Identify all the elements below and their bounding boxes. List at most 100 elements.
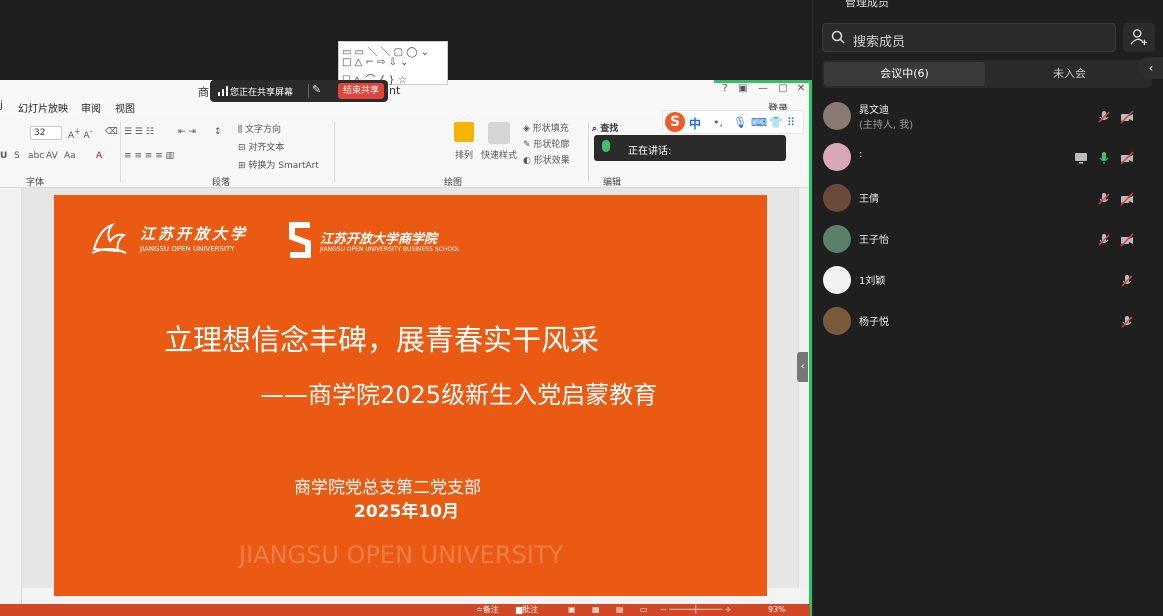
ribbon-display-button[interactable]: ▣ <box>736 82 750 96</box>
business-school-name-en: JIANGSU OPEN UNIVERSITY BUSINESS SCHOOL <box>320 246 461 253</box>
notes-button[interactable]: ≐ 备注 <box>476 604 499 616</box>
member-row[interactable]: : <box>813 140 1163 176</box>
mic-muted-icon[interactable] <box>1097 109 1111 123</box>
font-color-icon[interactable]: A <box>96 151 102 161</box>
shape-outline-button[interactable]: ✎ 形状轮廓 <box>523 137 569 150</box>
slide-organizer: 商学院党总支第二党支部 <box>294 478 481 498</box>
end-share-button[interactable]: 结束共享 <box>338 83 384 99</box>
shapes-gallery[interactable]: ▭ ▭ ＼ ＼ ▢ ◯ ⌄ □ △ ⌐ ⇨ ⇩ ⌄ ☐ ∿ ⌒ { } ☆ <box>338 41 448 86</box>
member-row[interactable]: 杨子悦 <box>813 304 1163 340</box>
tab-in-meeting[interactable]: 会议中(6) <box>824 62 985 86</box>
help-button[interactable]: ? <box>718 82 732 96</box>
close-button[interactable]: ✕ <box>794 82 808 96</box>
find-label: 查找 <box>600 124 619 134</box>
vertical-scrollbar[interactable] <box>798 188 809 588</box>
camera-off-icon[interactable] <box>1120 150 1134 165</box>
shadow-icon[interactable]: S <box>14 151 20 161</box>
text-direction-label: 文字方向 <box>245 125 282 135</box>
member-row[interactable]: 王倩 <box>813 181 1163 217</box>
member-row[interactable]: 晁文迪 (主持人, 我) <box>813 99 1163 135</box>
mic-muted-icon[interactable] <box>1097 232 1111 246</box>
add-user-icon <box>1130 29 1148 46</box>
align-text-label: 对齐文本 <box>248 143 285 153</box>
screen-share-icon[interactable] <box>1074 150 1088 164</box>
font-grow-icon[interactable]: A+ A- <box>68 127 92 141</box>
zoom-level[interactable]: 93% <box>768 604 786 616</box>
arrange-button[interactable]: 排列 <box>455 148 473 161</box>
underline-icon[interactable]: U <box>0 151 7 161</box>
camera-off-icon[interactable] <box>1120 191 1134 206</box>
font-size-box[interactable]: 32 <box>30 126 62 140</box>
bullets-icon[interactable]: ☰ ☰ ☷ <box>124 127 154 137</box>
slide-date: 2025年10月 <box>354 502 459 522</box>
member-name: 王子怡 <box>859 235 889 246</box>
sogou-logo-icon[interactable]: S <box>665 112 685 132</box>
panel-title: 管理成员 <box>845 0 889 9</box>
mic-muted-icon[interactable] <box>1120 314 1134 328</box>
maximize-button[interactable]: ▢ <box>776 82 790 96</box>
slide-title: 立理想信念丰碑，展青春实干风采 <box>164 323 600 357</box>
comments-button[interactable]: ▆ 批注 <box>516 604 538 616</box>
align-text-button[interactable]: ⊟ 对齐文本 <box>238 140 284 153</box>
invite-member-button[interactable] <box>1123 23 1155 52</box>
camera-off-icon[interactable] <box>1120 109 1134 124</box>
voice-icon[interactable]: 🎙 <box>733 116 747 129</box>
skin-icon[interactable]: 👕 <box>769 116 783 129</box>
tab-review[interactable]: 审阅 <box>81 100 101 115</box>
panel-collapse-arrow[interactable]: ‹ <box>1138 57 1163 79</box>
minimize-button[interactable]: — <box>756 82 770 96</box>
ribbon-separator <box>588 122 589 182</box>
change-case-icon[interactable]: Aa <box>64 151 76 161</box>
drawing-group-label: 绘图 <box>444 178 463 188</box>
normal-view-icon[interactable]: ▣ <box>568 604 576 616</box>
shape-effects-button[interactable]: ◐ 形状效果 <box>523 153 570 166</box>
text-direction-button[interactable]: ⫼ 文字方向 <box>238 122 281 135</box>
line-spacing-icon[interactable]: ↕ <box>214 127 222 137</box>
indent-icon[interactable]: ⇤ ⇥ <box>178 127 196 137</box>
convert-smartart-button[interactable]: ⊞ 转换为 SmartArt <box>238 158 319 171</box>
mic-muted-icon[interactable] <box>1120 273 1134 287</box>
mic-muted-icon[interactable] <box>1097 191 1111 205</box>
font-size-value: 32 <box>34 128 46 138</box>
member-name: : <box>859 149 863 160</box>
collapse-panel-tab[interactable]: ‹ <box>797 352 808 382</box>
reading-view-icon[interactable]: ▤ <box>616 604 624 616</box>
quick-styles-button[interactable]: 快速样式 <box>481 148 517 161</box>
punctuation-icon[interactable]: •, <box>713 116 723 129</box>
tab-fragment[interactable]: j <box>0 100 3 111</box>
slide-subtitle: ——商学院2025级新生入党启蒙教育 <box>260 381 658 409</box>
mic-on-icon[interactable] <box>1097 150 1111 164</box>
align-icons[interactable]: ≡ ≡ ≡ ≡ ▥ <box>124 151 174 161</box>
clear-format-icon[interactable]: ⌫ <box>105 127 118 137</box>
arrange-icon[interactable] <box>454 122 474 142</box>
strikethrough-icon[interactable]: abc <box>28 151 44 161</box>
shape-fill-button[interactable]: ◈ 形状填充 <box>523 121 569 134</box>
member-row[interactable]: 王子怡 <box>813 222 1163 258</box>
camera-off-icon[interactable] <box>1120 232 1134 247</box>
annotate-icon[interactable]: ✎ <box>312 83 321 96</box>
search-placeholder: 搜索成员 <box>853 35 906 50</box>
tab-view[interactable]: 视图 <box>115 100 135 115</box>
tab-not-joined[interactable]: 未入会 <box>989 62 1150 86</box>
comments-label: 批注 <box>522 605 539 614</box>
university-name-cn: 江苏开放大学 <box>140 225 249 243</box>
member-search-input[interactable]: 搜索成员 <box>822 23 1116 52</box>
member-row[interactable]: 1刘颖 <box>813 263 1163 299</box>
left-scrollbar[interactable] <box>0 188 22 604</box>
signal-icon <box>218 86 228 96</box>
zoom-slider[interactable]: − ─────┼───── + <box>660 604 731 616</box>
tab-slideshow[interactable]: 幻灯片放映 <box>18 100 68 115</box>
ime-mode-chinese[interactable]: 中 <box>689 115 701 132</box>
quick-styles-icon[interactable] <box>488 122 510 144</box>
shape-triangle-icon[interactable]: □ △ ⌐ ⇨ ⇩ ⌄ <box>342 57 409 68</box>
slideshow-icon[interactable]: ▭ <box>640 604 648 616</box>
char-spacing-icon[interactable]: AV <box>46 151 58 161</box>
shape-rect-icon[interactable]: ▭ ▭ ＼ ＼ ▢ ◯ ⌄ <box>342 43 429 58</box>
search-icon <box>831 30 845 44</box>
keyboard-icon[interactable]: ⌨ <box>751 116 767 129</box>
slide-sorter-icon[interactable]: ▦ <box>592 604 600 616</box>
toolbox-icon[interactable]: ⠿ <box>787 116 795 129</box>
member-name: 晁文迪 <box>859 105 889 116</box>
speaking-indicator: 正在讲话: <box>594 135 786 161</box>
find-button[interactable]: ⌕ 查找 <box>592 121 618 134</box>
